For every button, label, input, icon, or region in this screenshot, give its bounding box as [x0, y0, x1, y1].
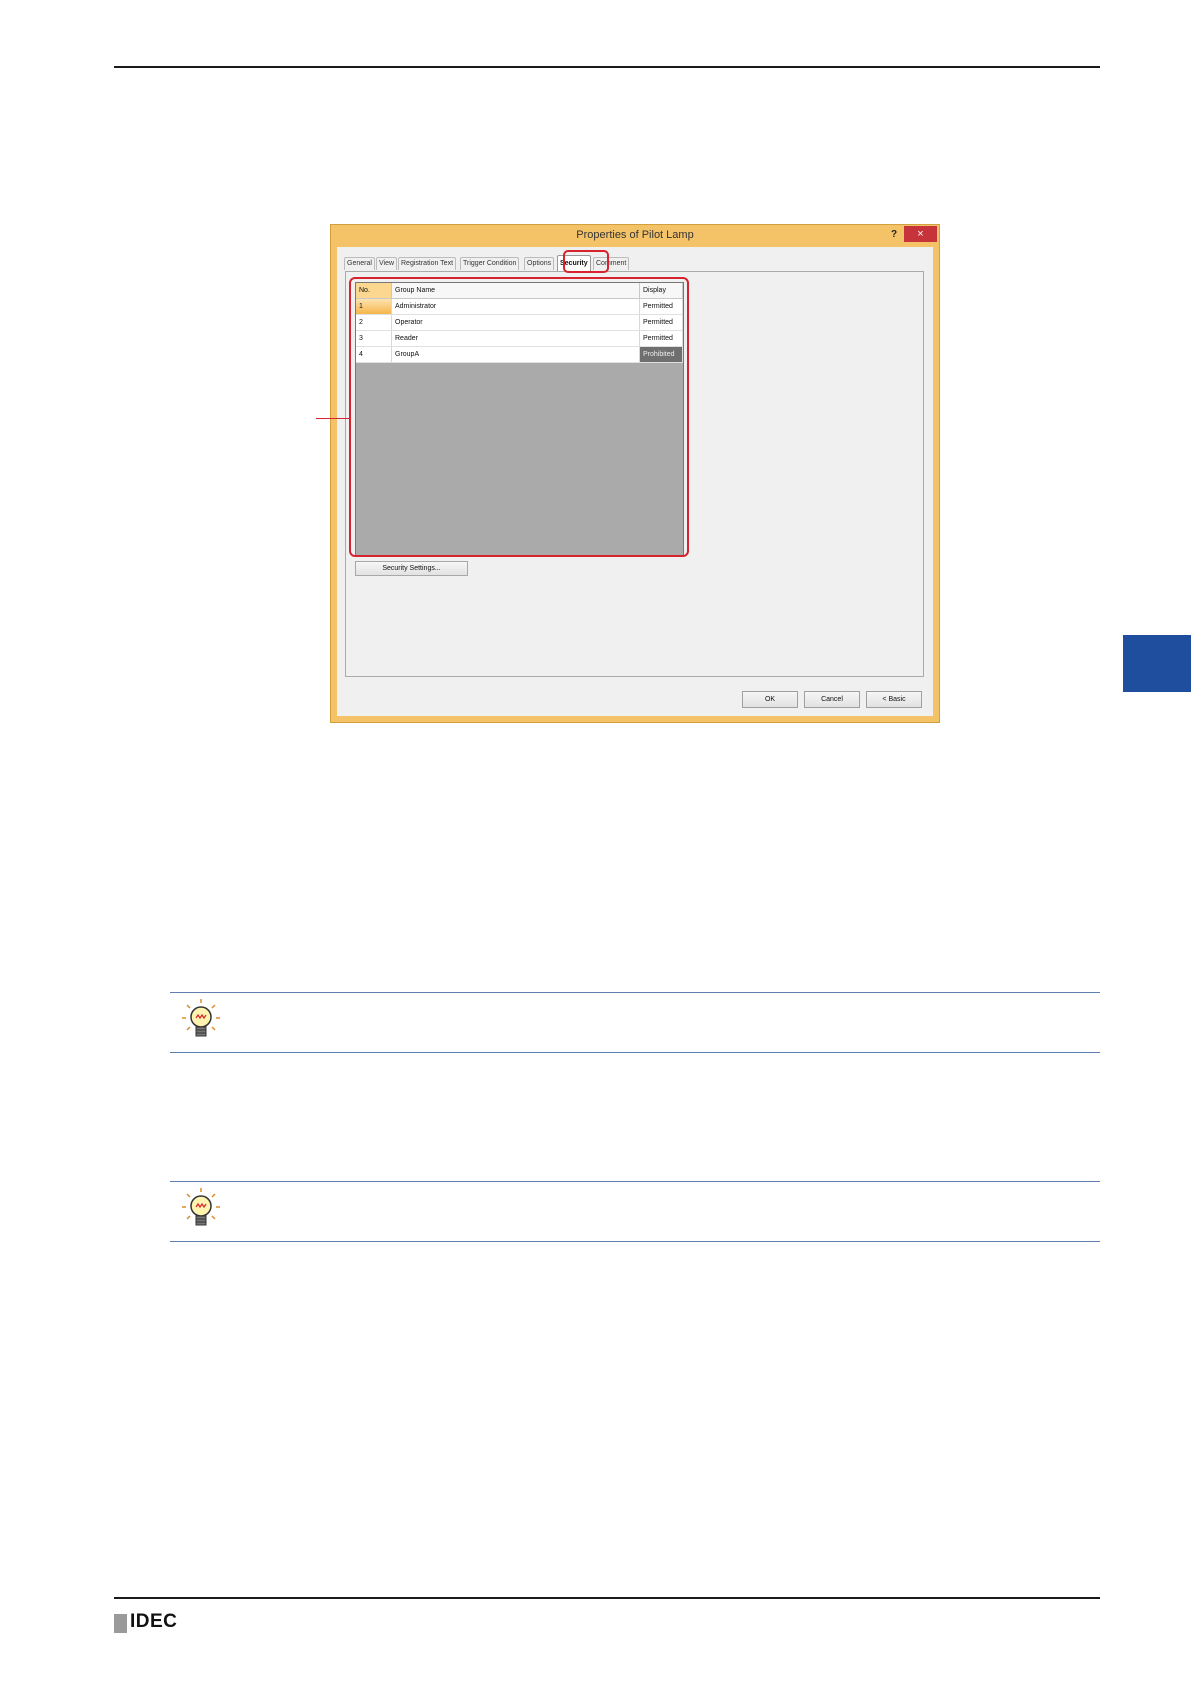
footer-rule: [114, 1597, 1100, 1599]
lightbulb-icon: [181, 998, 221, 1042]
hint-box-top-rule: [170, 992, 1100, 993]
tab-general[interactable]: General: [344, 257, 375, 270]
logo-mark: [114, 1614, 127, 1633]
hint-box-bottom-rule: [170, 1241, 1100, 1242]
chapter-side-tab: [1123, 635, 1191, 692]
security-settings-button[interactable]: Security Settings...: [355, 561, 468, 576]
tab-options[interactable]: Options: [524, 257, 555, 270]
basic-button[interactable]: < Basic: [866, 691, 922, 708]
ok-button[interactable]: OK: [742, 691, 798, 708]
header-rule: [114, 66, 1100, 68]
tab-registration-text[interactable]: Registration Text: [398, 257, 457, 270]
callout-line: [316, 418, 350, 419]
dialog-titlebar: Properties of Pilot Lamp ? ×: [331, 225, 939, 247]
idec-logo: IDEC: [130, 1611, 178, 1632]
cancel-button[interactable]: Cancel: [804, 691, 860, 708]
tab-view[interactable]: View: [376, 257, 398, 270]
tab-trigger-condition[interactable]: Trigger Condition: [460, 257, 520, 270]
dialog-title: Properties of Pilot Lamp: [576, 229, 694, 241]
grid-highlight: [349, 277, 689, 557]
close-button[interactable]: ×: [904, 226, 937, 242]
lightbulb-icon: [181, 1187, 221, 1231]
security-tab-highlight: [563, 250, 609, 273]
hint-box-top-rule: [170, 1181, 1100, 1182]
help-button[interactable]: ?: [886, 227, 902, 243]
hint-box-bottom-rule: [170, 1052, 1100, 1053]
